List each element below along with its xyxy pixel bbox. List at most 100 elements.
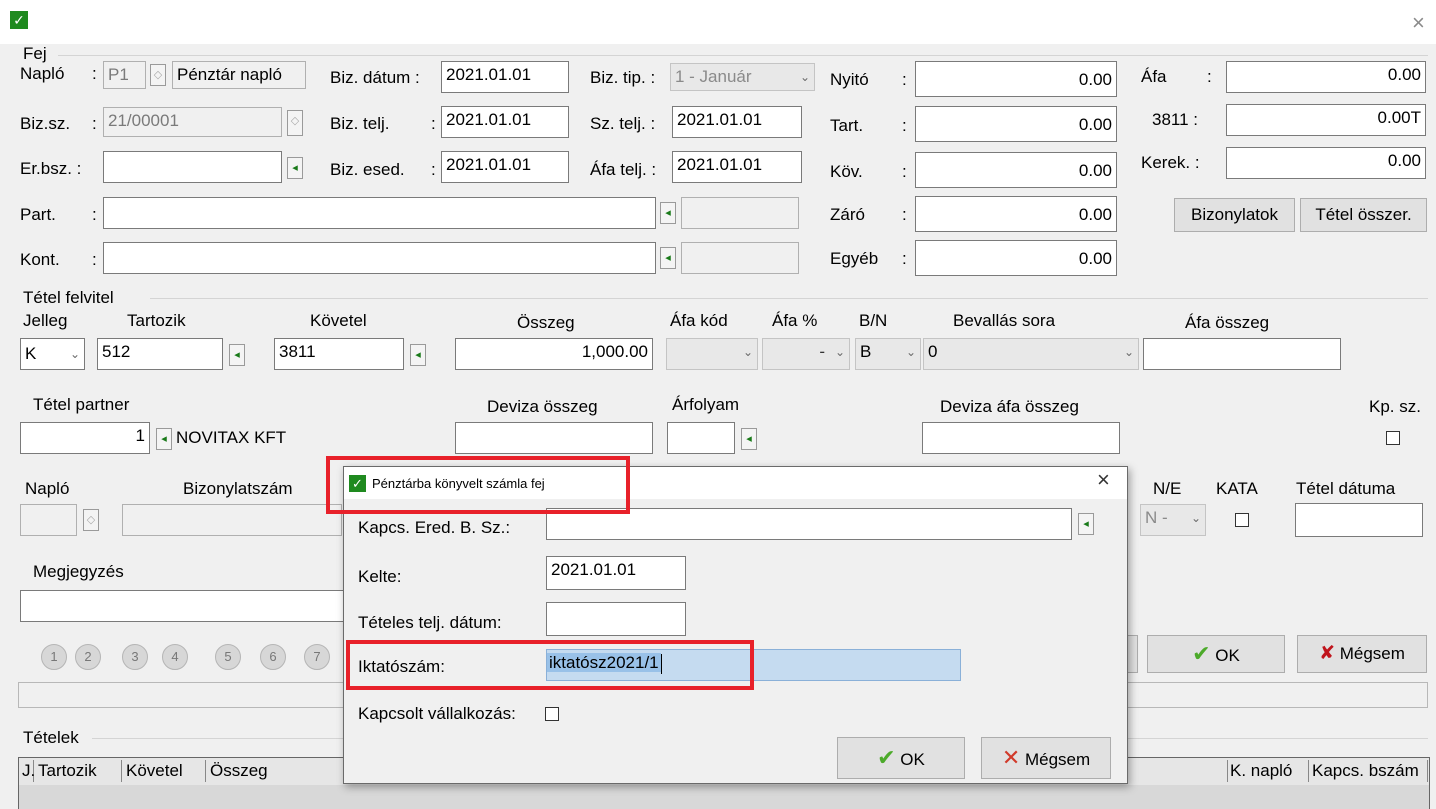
- bevallas-label: Bevallás sora: [953, 311, 1056, 330]
- afa-kod-label: Áfa kód: [670, 311, 728, 330]
- kovetel-label: Követel: [310, 311, 367, 330]
- column-header-kapcs-bszam[interactable]: Kapcs. bszám: [1310, 760, 1428, 782]
- bizsz-lookup-icon[interactable]: ◇: [287, 110, 303, 136]
- kov-field: 0.00: [915, 152, 1117, 188]
- naplo-code-field[interactable]: P1: [103, 61, 146, 89]
- tart-field: 0.00: [915, 106, 1117, 142]
- part-field[interactable]: [103, 197, 656, 229]
- tartozik-arrow-icon[interactable]: ◂: [229, 344, 245, 366]
- deviza-afa-field[interactable]: [922, 422, 1120, 454]
- column-header-k-naplo[interactable]: K. napló: [1227, 760, 1309, 782]
- kata-checkbox[interactable]: [1235, 513, 1249, 527]
- column-header-tartozik[interactable]: Tartozik: [36, 760, 122, 782]
- naplo-label: Napló: [20, 64, 65, 83]
- ne-select[interactable]: N - ⌄: [1140, 504, 1206, 536]
- afa-osszeg-field[interactable]: [1143, 338, 1341, 370]
- deviza-label: Deviza összeg: [487, 397, 598, 416]
- megjegyzes-field[interactable]: [20, 590, 350, 622]
- jelleg-value: K: [25, 344, 37, 363]
- tetel-partner-name: NOVITAX KFT: [176, 428, 287, 447]
- osszeg-field[interactable]: 1,000.00: [455, 338, 653, 370]
- deviza-field[interactable]: [455, 422, 653, 454]
- erbsz-field[interactable]: [103, 151, 282, 183]
- dialog-close-icon[interactable]: ×: [1097, 469, 1110, 491]
- teteles-label: Tételes telj. dátum:: [358, 613, 502, 632]
- column-header-kovetel[interactable]: Követel: [124, 760, 206, 782]
- main-ok-button[interactable]: ✔ OK: [1147, 635, 1285, 673]
- kpsz-checkbox[interactable]: [1386, 431, 1400, 445]
- afa-telj-field[interactable]: 2021.01.01: [672, 151, 802, 183]
- biz-tip-select[interactable]: 1 - Január ⌄: [670, 63, 815, 91]
- tetel-naplo-label: Napló: [25, 479, 70, 498]
- kont-field[interactable]: [103, 242, 656, 274]
- biz-datum-label: Biz. dátum :: [330, 68, 420, 87]
- kelte-field[interactable]: 2021.01.01: [546, 556, 686, 590]
- chevron-down-icon: ⌄: [742, 345, 753, 359]
- biz-telj-field[interactable]: 2021.01.01: [441, 106, 569, 138]
- bevallas-select[interactable]: 0 ⌄: [923, 338, 1139, 370]
- tartozik-field[interactable]: 512: [97, 338, 223, 370]
- tetel-partner-arrow-icon[interactable]: ◂: [156, 428, 172, 450]
- arfolyam-arrow-icon[interactable]: ◂: [741, 428, 757, 450]
- biz-datum-field[interactable]: 2021.01.01: [441, 61, 569, 93]
- tetel-datum-field[interactable]: [1295, 503, 1423, 537]
- column-header-j[interactable]: J.: [20, 760, 35, 782]
- sz-telj-field[interactable]: 2021.01.01: [672, 106, 802, 138]
- tetel-osszer-button[interactable]: Tétel összer.: [1300, 198, 1427, 232]
- part-code-field: [681, 197, 799, 229]
- bizsz-field[interactable]: 21/00001: [103, 107, 282, 137]
- column-header-osszeg[interactable]: Összeg: [208, 760, 344, 782]
- tetel-naplo-field[interactable]: [20, 504, 77, 536]
- kovetel-arrow-icon[interactable]: ◂: [410, 344, 426, 366]
- tetel-group-label: Tétel felvitel: [23, 288, 114, 307]
- jelleg-select[interactable]: K ⌄: [20, 338, 85, 370]
- x-icon: ✕: [1001, 745, 1021, 770]
- bizsz-colon: :: [92, 114, 97, 133]
- dialog-cancel-button[interactable]: ✕ Mégsem: [981, 737, 1111, 779]
- checkmark-icon: ✔: [1192, 641, 1211, 666]
- window-close-icon[interactable]: ×: [1412, 10, 1425, 36]
- circle-button-7[interactable]: 7: [304, 644, 330, 670]
- circle-button-1[interactable]: 1: [41, 644, 67, 670]
- kov-colon: :: [902, 162, 907, 181]
- bizonylatok-button[interactable]: Bizonylatok: [1174, 198, 1295, 232]
- zaro-colon: :: [902, 205, 907, 224]
- biz-telj-colon: :: [431, 114, 436, 133]
- circle-button-5[interactable]: 5: [215, 644, 241, 670]
- biz-esed-field[interactable]: 2021.01.01: [441, 151, 569, 183]
- main-cancel-button[interactable]: ✘ Mégsem: [1297, 635, 1427, 673]
- nyito-field: 0.00: [915, 61, 1117, 97]
- afa-pct-select[interactable]: - ⌄: [762, 338, 850, 370]
- afa-telj-label: Áfa telj. :: [590, 160, 657, 179]
- kov-label: Köv.: [830, 162, 863, 181]
- kapcsolt-checkbox[interactable]: [545, 707, 559, 721]
- arfolyam-field[interactable]: [667, 422, 735, 454]
- bizsz-label: Biz.sz.: [20, 114, 71, 133]
- deviza-afa-label: Deviza áfa összeg: [940, 397, 1079, 416]
- app-check-icon: ✓: [10, 11, 28, 29]
- bn-select[interactable]: B ⌄: [855, 338, 921, 370]
- circle-button-4[interactable]: 4: [162, 644, 188, 670]
- kont-arrow-icon[interactable]: ◂: [660, 247, 676, 269]
- erbsz-arrow-icon[interactable]: ◂: [287, 157, 303, 179]
- x-icon: ✘: [1319, 643, 1335, 664]
- kovetel-field[interactable]: 3811: [274, 338, 404, 370]
- tetel-naplo-lookup-icon[interactable]: ◇: [83, 509, 99, 531]
- dialog-ok-button[interactable]: ✔ OK: [837, 737, 965, 779]
- kapcs-arrow-icon[interactable]: ◂: [1078, 513, 1094, 535]
- bizonylatszam-field[interactable]: [122, 504, 342, 536]
- afa-kod-select[interactable]: ⌄: [666, 338, 758, 370]
- part-arrow-icon[interactable]: ◂: [660, 202, 676, 224]
- kata-label: KATA: [1216, 479, 1258, 498]
- biz-tip-value: 1 - Január: [675, 67, 752, 86]
- kapcs-label: Kapcs. Ered. B. Sz.:: [358, 518, 511, 537]
- teteles-field[interactable]: [546, 602, 686, 636]
- bevallas-value: 0: [928, 342, 938, 361]
- part-colon: :: [92, 205, 97, 224]
- circle-button-3[interactable]: 3: [122, 644, 148, 670]
- circle-button-6[interactable]: 6: [260, 644, 286, 670]
- fej-group-label: Fej: [23, 44, 47, 63]
- tetel-partner-field[interactable]: 1: [20, 422, 150, 454]
- circle-button-2[interactable]: 2: [75, 644, 101, 670]
- naplo-lookup-icon[interactable]: ◇: [150, 64, 166, 86]
